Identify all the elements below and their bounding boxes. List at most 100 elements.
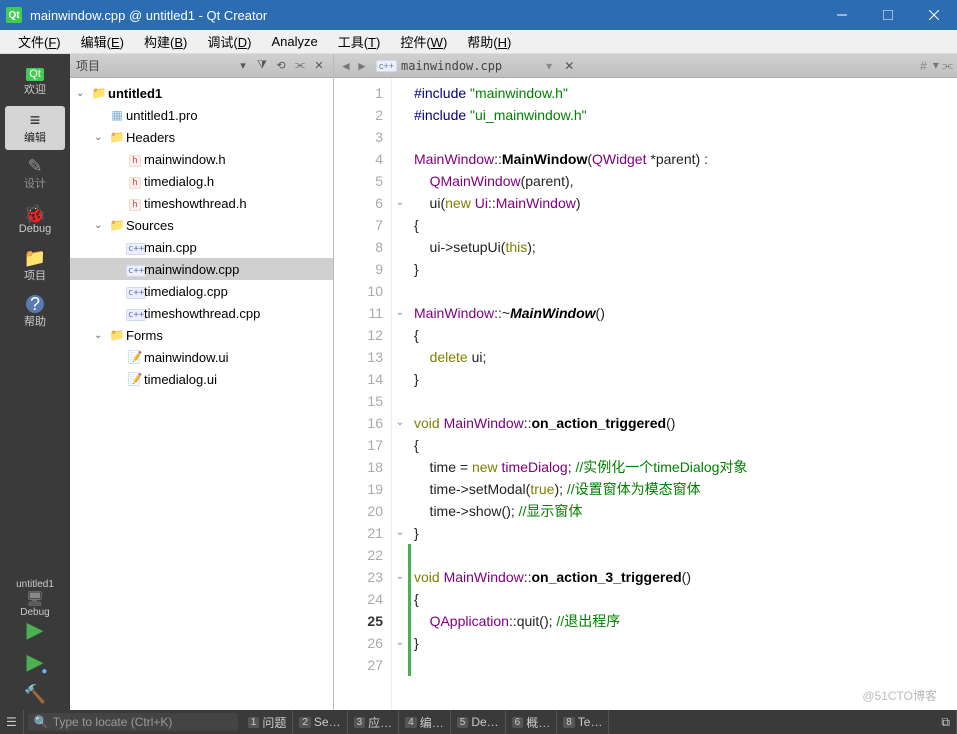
code-line[interactable]: { <box>408 588 957 610</box>
sidebar-toggle[interactable]: ☰ <box>0 710 24 734</box>
code-line[interactable]: #include "mainwindow.h" <box>408 82 957 104</box>
code-line[interactable] <box>408 544 957 566</box>
code-line[interactable]: } <box>408 632 957 654</box>
line-number[interactable]: 19 <box>334 478 383 500</box>
tree-item[interactable]: ▦untitled1.pro <box>70 104 333 126</box>
sidebar-projects[interactable]: 📁项目 <box>5 244 65 288</box>
editor-tab[interactable]: c++ mainwindow.cpp ▾ <box>370 57 558 75</box>
chevron-icon[interactable]: ⌄ <box>94 132 108 143</box>
minimize-button[interactable] <box>819 0 865 30</box>
tree-item[interactable]: ⌄📁Sources <box>70 214 333 236</box>
filter-icon[interactable]: ▾ <box>235 58 251 74</box>
output-pane-8[interactable]: 8Te… <box>557 710 609 734</box>
code-line[interactable]: } <box>408 368 957 390</box>
output-pane-2[interactable]: 2Se… <box>293 710 347 734</box>
output-pane-6[interactable]: 6概… <box>506 710 558 734</box>
line-number[interactable]: 14 <box>334 368 383 390</box>
line-number[interactable]: 5 <box>334 170 383 192</box>
line-number[interactable]: 16 <box>334 412 383 434</box>
line-number[interactable]: 4 <box>334 148 383 170</box>
line-number[interactable]: 22 <box>334 544 383 566</box>
line-number[interactable]: 23 <box>334 566 383 588</box>
line-number[interactable]: 25 <box>334 610 383 632</box>
tree-item[interactable]: c++timeshowthread.cpp <box>70 302 333 324</box>
code-line[interactable]: { <box>408 324 957 346</box>
line-number[interactable]: 10 <box>334 280 383 302</box>
code-line[interactable] <box>408 390 957 412</box>
sync-icon[interactable]: ⟲ <box>273 58 289 74</box>
code-line[interactable]: ui(new Ui::MainWindow) <box>408 192 957 214</box>
menu-item-1[interactable]: 编辑(E) <box>71 29 134 54</box>
tree-item[interactable]: hmainwindow.h <box>70 148 333 170</box>
code-line[interactable]: delete ui; <box>408 346 957 368</box>
code-line[interactable] <box>408 126 957 148</box>
line-number[interactable]: 11 <box>334 302 383 324</box>
line-number[interactable]: 17 <box>334 434 383 456</box>
line-number[interactable]: 24 <box>334 588 383 610</box>
line-number[interactable]: 20 <box>334 500 383 522</box>
fold-marker[interactable]: ⌄ <box>392 192 408 214</box>
tree-item[interactable]: c++mainwindow.cpp <box>70 258 333 280</box>
editor-context-selector[interactable]: # <box>920 59 933 73</box>
sidebar-design[interactable]: ✎设计 <box>5 152 65 196</box>
tree-item[interactable]: 📝mainwindow.ui <box>70 346 333 368</box>
output-pane-4[interactable]: 4编… <box>399 710 451 734</box>
menu-item-4[interactable]: Analyze <box>261 31 327 52</box>
code-line[interactable]: MainWindow::~MainWindow() <box>408 302 957 324</box>
chevron-icon[interactable]: ⌄ <box>94 330 108 341</box>
line-number[interactable]: 2 <box>334 104 383 126</box>
sidebar-welcome[interactable]: Qt欢迎 <box>5 60 65 104</box>
code-line[interactable]: void MainWindow::on_action_3_triggered() <box>408 566 957 588</box>
split-icon[interactable]: ⫘ <box>292 58 308 74</box>
code-line[interactable]: time->show(); //显示窗体 <box>408 500 957 522</box>
output-pane-3[interactable]: 3应… <box>348 710 400 734</box>
line-number[interactable]: 9 <box>334 258 383 280</box>
target-selector[interactable]: untitled1 🖥 Debug <box>5 584 65 612</box>
tree-item[interactable]: 📝timedialog.ui <box>70 368 333 390</box>
tree-item[interactable]: c++timedialog.cpp <box>70 280 333 302</box>
tree-item[interactable]: ⌄📁Forms <box>70 324 333 346</box>
line-number[interactable]: 13 <box>334 346 383 368</box>
line-number[interactable]: 21 <box>334 522 383 544</box>
sidebar-help[interactable]: ?帮助 <box>5 290 65 334</box>
fold-marker[interactable]: ⌄ <box>392 632 408 654</box>
chevron-icon[interactable]: ⌄ <box>76 88 90 99</box>
chevron-icon[interactable]: ⌄ <box>94 220 108 231</box>
line-number[interactable]: 6 <box>334 192 383 214</box>
tree-item[interactable]: htimeshowthread.h <box>70 192 333 214</box>
output-pane-5[interactable]: 5De… <box>451 710 506 734</box>
line-number[interactable]: 26 <box>334 632 383 654</box>
progress-toggle[interactable]: ⧉ <box>935 710 957 734</box>
line-number[interactable]: 18 <box>334 456 383 478</box>
code-line[interactable]: time = new timeDialog; //实例化一个timeDialog… <box>408 456 957 478</box>
locate-input[interactable]: 🔍 Type to locate (Ctrl+K) <box>28 713 238 731</box>
code-line[interactable]: { <box>408 434 957 456</box>
line-number[interactable]: 7 <box>334 214 383 236</box>
output-pane-1[interactable]: 1问题 <box>242 710 294 734</box>
code-line[interactable]: } <box>408 258 957 280</box>
editor-split-icon[interactable]: ▾ ⫘ <box>933 58 953 73</box>
fold-marker[interactable]: ⌄ <box>392 566 408 588</box>
maximize-button[interactable] <box>865 0 911 30</box>
fold-marker[interactable]: ⌄ <box>392 412 408 434</box>
code-line[interactable] <box>408 654 957 676</box>
menu-item-0[interactable]: 文件(F) <box>8 29 71 54</box>
code-line[interactable]: ui->setupUi(this); <box>408 236 957 258</box>
tree-item[interactable]: ⌄📁Headers <box>70 126 333 148</box>
code-line[interactable]: void MainWindow::on_action_triggered() <box>408 412 957 434</box>
nav-back-icon[interactable]: ◄ <box>338 59 354 73</box>
code-line[interactable] <box>408 280 957 302</box>
code-line[interactable]: QApplication::quit(); //退出程序 <box>408 610 957 632</box>
code-line[interactable]: QMainWindow(parent), <box>408 170 957 192</box>
line-number[interactable]: 8 <box>334 236 383 258</box>
build-button[interactable]: 🔨 <box>5 680 65 708</box>
run-debug-button[interactable]: ▶● <box>5 648 65 676</box>
close-button[interactable] <box>911 0 957 30</box>
tree-item[interactable]: htimedialog.h <box>70 170 333 192</box>
nav-fwd-icon[interactable]: ► <box>354 59 370 73</box>
close-tab-icon[interactable]: ✕ <box>564 59 574 73</box>
line-number[interactable]: 3 <box>334 126 383 148</box>
menu-item-7[interactable]: 帮助(H) <box>457 29 521 54</box>
code-line[interactable]: MainWindow::MainWindow(QWidget *parent) … <box>408 148 957 170</box>
fold-marker[interactable]: ⌄ <box>392 522 408 544</box>
